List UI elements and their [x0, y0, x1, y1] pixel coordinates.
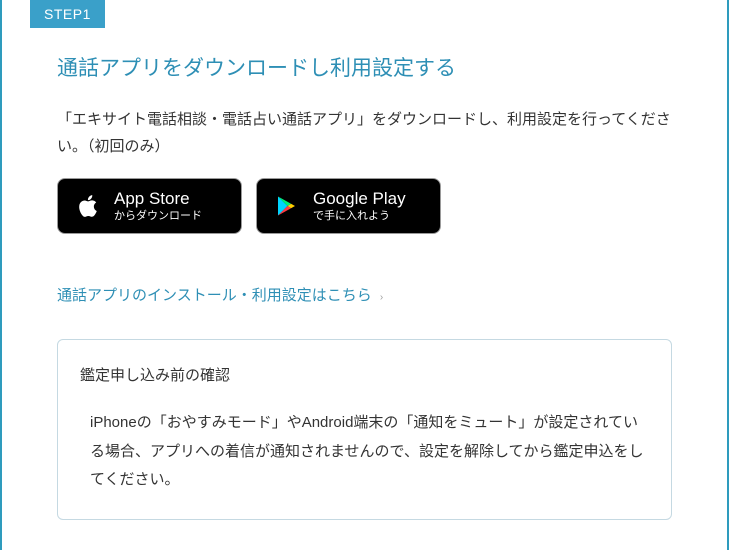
- info-box-title: 鑑定申し込み前の確認: [80, 364, 649, 385]
- info-box-text: iPhoneの「おやすみモード」やAndroid端末の「通知をミュート」が設定さ…: [90, 409, 649, 495]
- google-play-icon: [271, 190, 303, 222]
- googleplay-line1: Google Play: [313, 189, 406, 209]
- step-container: STEP1 通話アプリをダウンロードし利用設定する 「エキサイト電話相談・電話占…: [0, 0, 729, 550]
- appstore-button[interactable]: App Store からダウンロード: [57, 178, 242, 234]
- install-link-text: 通話アプリのインストール・利用設定はこちら: [57, 287, 372, 304]
- store-buttons-row: App Store からダウンロード Google Play で手に入れよう: [57, 178, 727, 234]
- step-badge: STEP1: [30, 0, 105, 28]
- confirmation-info-box: 鑑定申し込み前の確認 iPhoneの「おやすみモード」やAndroid端末の「通…: [57, 339, 672, 520]
- chevron-right-icon: ›: [380, 292, 383, 303]
- step-description: 「エキサイト電話相談・電話占い通話アプリ」をダウンロードし、利用設定を行ってくだ…: [57, 106, 672, 160]
- googleplay-line2: で手に入れよう: [313, 210, 406, 223]
- appstore-line1: App Store: [114, 189, 202, 209]
- step-title: 通話アプリをダウンロードし利用設定する: [57, 52, 727, 82]
- install-guide-link[interactable]: 通話アプリのインストール・利用設定はこちら ›: [57, 284, 383, 305]
- appstore-line2: からダウンロード: [114, 210, 202, 223]
- googleplay-button[interactable]: Google Play で手に入れよう: [256, 178, 441, 234]
- apple-icon: [72, 190, 104, 222]
